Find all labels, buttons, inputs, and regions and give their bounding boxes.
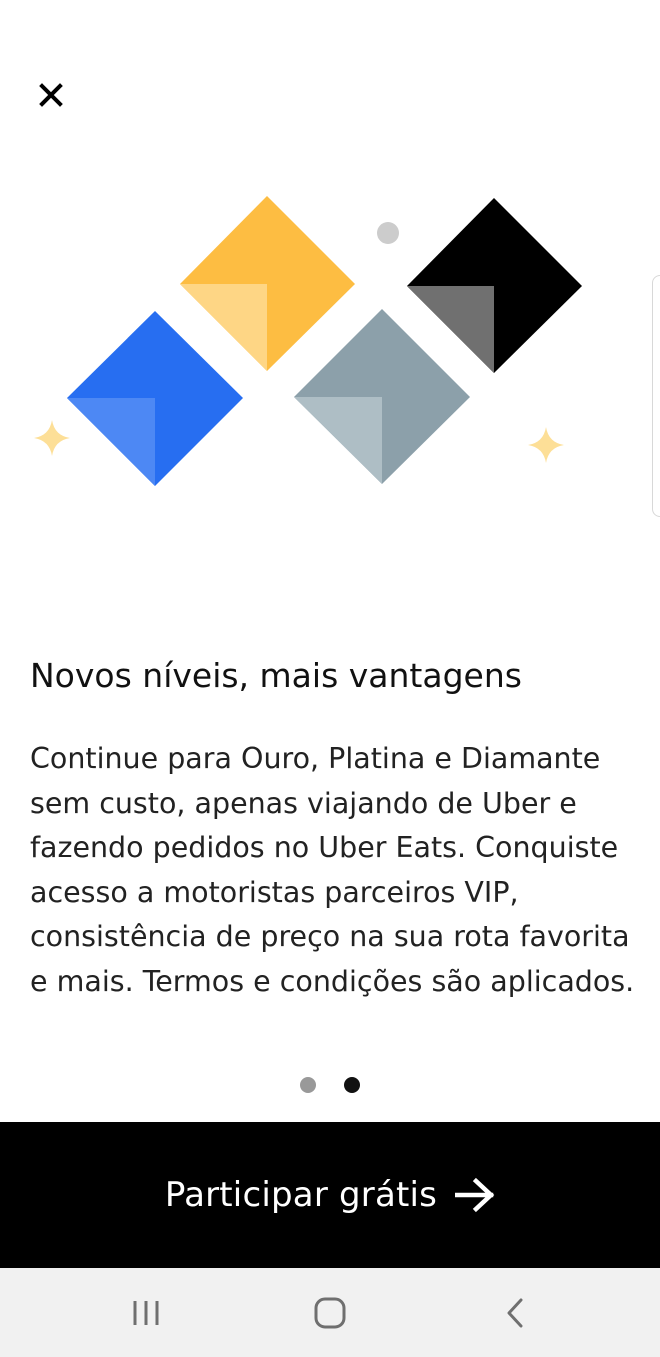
sparkle-icon [528, 427, 564, 463]
back-button[interactable] [470, 1268, 560, 1357]
platinum-tier-icon [294, 309, 470, 484]
join-free-button-label: Participar grátis [164, 1175, 438, 1215]
page-indicator [0, 1077, 660, 1095]
sparkle-icon [34, 420, 70, 456]
home-icon [314, 1297, 346, 1328]
page-dot[interactable] [300, 1077, 316, 1093]
system-navigation-bar [0, 1268, 660, 1357]
gold-tier-shape [180, 196, 355, 371]
decorative-dot [377, 222, 399, 244]
blue-tier-icon [67, 311, 243, 486]
page-dot-active[interactable] [344, 1077, 360, 1093]
tiers-illustration [34, 196, 582, 486]
diamond-tier-shape [407, 198, 582, 373]
arrow-right-icon [455, 1177, 495, 1213]
join-free-button[interactable]: Participar grátis [0, 1122, 660, 1268]
platinum-tier-fold [294, 397, 382, 484]
close-button[interactable] [30, 74, 72, 116]
diamond-tier-icon [407, 198, 582, 373]
home-button[interactable] [285, 1268, 375, 1357]
close-icon [39, 83, 63, 107]
page-title: Novos níveis, mais vantagens [30, 656, 522, 695]
recent-apps-button[interactable] [101, 1268, 191, 1357]
back-icon [507, 1298, 523, 1327]
next-card-edge[interactable] [652, 275, 660, 517]
description-text: Continue para Ouro, Platina e Diamante s… [30, 742, 635, 998]
blue-tier-fold [67, 398, 155, 486]
gold-tier-icon [180, 196, 355, 371]
recent-apps-icon [133, 1300, 159, 1325]
